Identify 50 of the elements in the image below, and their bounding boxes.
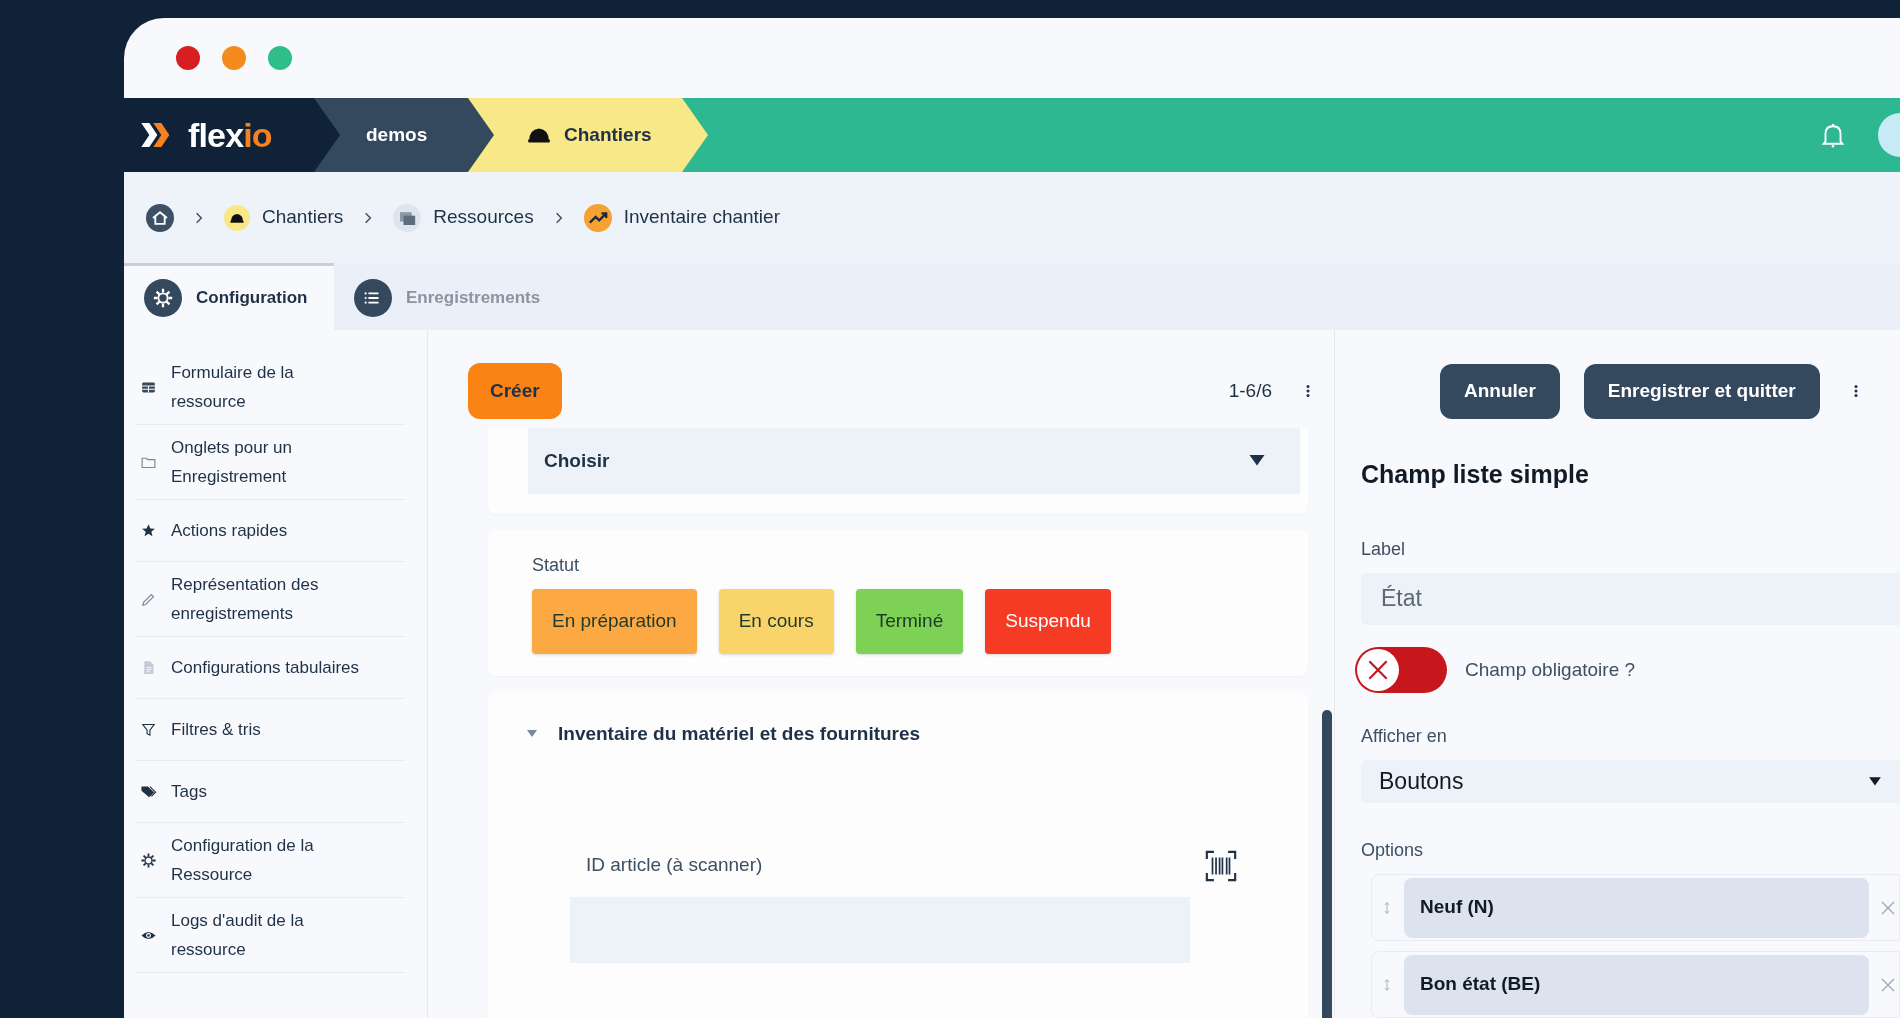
sidebar-item[interactable]: Onglets pour un Enregistrement [136, 425, 405, 500]
home-icon[interactable] [146, 203, 174, 232]
field-label: ID article (à scanner) [586, 853, 763, 878]
trend-icon [583, 203, 612, 232]
status-label: Statut [532, 554, 581, 577]
tab[interactable]: Configuration [124, 263, 334, 330]
filter-icon [140, 721, 157, 738]
sidebar-item[interactable]: Représentation des enregistrements [136, 562, 405, 637]
required-toggle[interactable] [1355, 647, 1447, 694]
tags-icon [140, 783, 157, 800]
sidebar-item[interactable]: Configurations tabulaires [136, 637, 405, 699]
stack-icon [393, 203, 422, 232]
barcode-icon[interactable] [1204, 848, 1238, 883]
list-icon [354, 279, 392, 317]
action-button[interactable]: Enregistrer et quitter [1583, 363, 1820, 419]
status-option-button[interactable]: En préparation [532, 589, 697, 654]
breadcrumb-link[interactable]: Ressources [433, 203, 534, 232]
pagination-count: 1-6/6 [1228, 378, 1272, 403]
panel-title: Champ liste simple [1361, 459, 1590, 490]
breadcrumb-link[interactable]: Chantiers [262, 203, 344, 232]
toggle-label: Champ obligatoire ? [1465, 658, 1636, 683]
option-field[interactable]: Bon état (BE) [1404, 954, 1869, 1015]
header-breadcrumb[interactable]: demos [340, 98, 494, 172]
settings-icon [144, 279, 182, 317]
field-label: Options [1361, 839, 1425, 862]
sidebar-item[interactable]: Logs d'audit de la ressource [136, 898, 405, 973]
scrollbar-thumb[interactable] [1322, 710, 1332, 1018]
sidebar-item[interactable]: Configuration de la Ressource [136, 823, 405, 898]
choice-select[interactable]: Choisir [528, 428, 1300, 494]
header-breadcrumb[interactable]: Chantiers [494, 98, 708, 172]
label-input-field[interactable]: État [1361, 572, 1900, 626]
sidebar-item[interactable]: Tags [136, 761, 405, 823]
helmet-badge-icon [224, 204, 250, 231]
star-icon [140, 522, 157, 539]
field-label: Afficher en [1361, 725, 1448, 749]
logo-text: flexio [188, 118, 272, 152]
field-label: Label [1361, 537, 1407, 561]
action-button[interactable]: Annuler [1440, 363, 1560, 419]
section-header[interactable]: Inventaire du matériel et des fournitures [524, 720, 921, 749]
option-field[interactable]: Neuf (N) [1404, 877, 1869, 938]
display-select[interactable]: Boutons [1361, 760, 1900, 803]
status-option-button[interactable]: En cours [718, 589, 834, 654]
sidebar-item[interactable]: Formulaire de la ressource [136, 350, 405, 425]
sidebar-item[interactable]: Filtres & tris [136, 699, 405, 761]
breadcrumb-link[interactable]: Inventaire chantier [623, 203, 780, 232]
status-option-button[interactable]: Terminé [855, 589, 964, 654]
status-option-button[interactable]: Suspendu [985, 589, 1111, 654]
create-button[interactable]: Créer [468, 363, 562, 419]
settings-icon [140, 851, 157, 869]
sidebar-item[interactable]: Actions rapides [136, 500, 405, 562]
